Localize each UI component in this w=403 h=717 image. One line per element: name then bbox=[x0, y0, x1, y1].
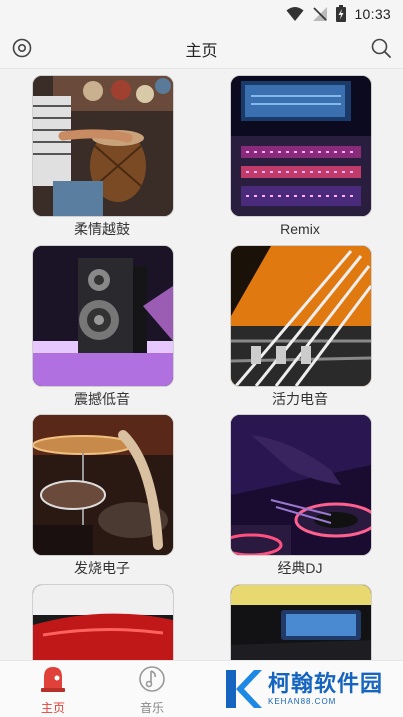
category-card[interactable]: Remix bbox=[230, 75, 372, 238]
category-card[interactable]: 经典DJ bbox=[230, 414, 372, 577]
speaker-photo bbox=[32, 245, 174, 387]
category-card[interactable]: 震撼低音 bbox=[32, 245, 174, 408]
bass-guitar-strings-photo bbox=[230, 245, 372, 387]
car-dashboard-photo bbox=[230, 584, 372, 660]
music-note-icon bbox=[139, 666, 165, 692]
no-signal-icon bbox=[313, 6, 328, 21]
status-bar: 10:33 bbox=[0, 0, 403, 28]
category-card[interactable]: 柔情越鼓 bbox=[32, 75, 174, 238]
watermark-logo bbox=[226, 670, 262, 708]
tab-home-label: 主页 bbox=[40, 701, 65, 715]
category-label: 经典DJ bbox=[277, 560, 323, 576]
home-bell-icon bbox=[41, 667, 65, 692]
category-label: 柔情越鼓 bbox=[74, 221, 130, 237]
page-title: 主页 bbox=[185, 43, 218, 60]
category-label: Remix bbox=[280, 221, 320, 237]
watermark-text: 柯翰软件园 KEHAN88.COM bbox=[268, 671, 384, 707]
hand-drum-photo bbox=[32, 75, 174, 217]
status-icons: 10:33 bbox=[286, 5, 391, 22]
battery-charging-icon bbox=[336, 5, 347, 22]
tab-music[interactable]: 音乐 bbox=[126, 665, 178, 716]
red-car-photo bbox=[32, 584, 174, 660]
search-icon[interactable] bbox=[370, 37, 392, 59]
category-card[interactable] bbox=[32, 584, 174, 660]
category-label: 发烧电子 bbox=[74, 560, 130, 576]
category-grid: 柔情越鼓 Remix 震撼低音 活力电音 发烧电子 经典DJ bbox=[0, 68, 403, 660]
watermark-title: 柯翰软件园 bbox=[268, 671, 384, 696]
dj-turntable-photo bbox=[230, 414, 372, 556]
drum-kit-photo bbox=[32, 414, 174, 556]
mixing-console-photo bbox=[230, 75, 372, 217]
category-label: 震撼低音 bbox=[74, 391, 130, 407]
category-card[interactable] bbox=[230, 584, 372, 660]
category-card[interactable]: 发烧电子 bbox=[32, 414, 174, 577]
tab-music-label: 音乐 bbox=[139, 701, 164, 715]
app-bar: 主页 bbox=[0, 28, 403, 69]
status-time: 10:33 bbox=[354, 5, 391, 22]
tab-home[interactable]: 主页 bbox=[27, 665, 79, 716]
category-card[interactable]: 活力电音 bbox=[230, 245, 372, 408]
watermark-subtitle: KEHAN88.COM bbox=[268, 697, 337, 706]
watermark: 柯翰软件园 KEHAN88.COM bbox=[222, 666, 394, 712]
wifi-icon bbox=[286, 6, 304, 21]
category-label: 活力电音 bbox=[272, 391, 328, 407]
